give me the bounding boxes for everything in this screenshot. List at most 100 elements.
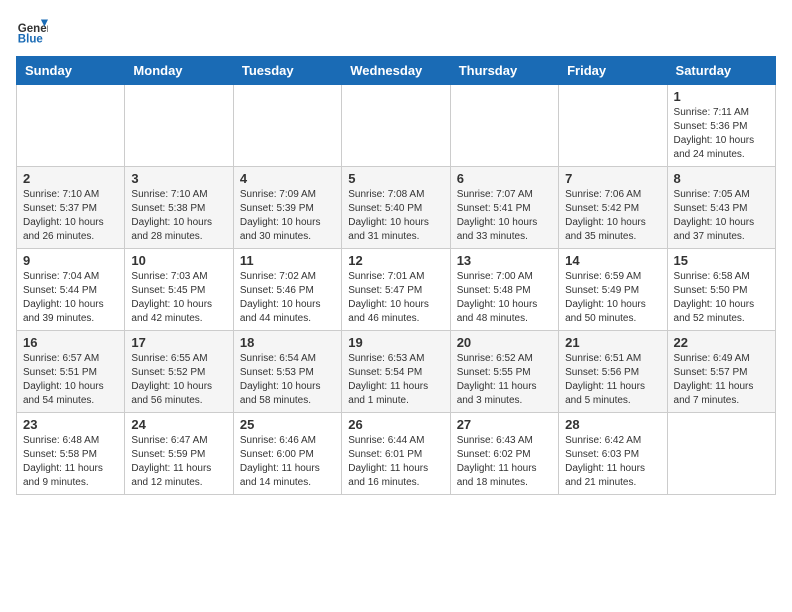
day-number: 12 xyxy=(348,253,443,268)
day-number: 22 xyxy=(674,335,769,350)
calendar-cell: 3 Sunrise: 7:10 AM Sunset: 5:38 PM Daylig… xyxy=(125,167,233,249)
day-info: Sunrise: 7:05 AM Sunset: 5:43 PM Dayligh… xyxy=(674,188,769,244)
day-number: 3 xyxy=(131,171,226,186)
day-info: Sunrise: 6:44 AM Sunset: 6:01 PM Dayligh… xyxy=(348,434,443,490)
calendar-cell: 11 Sunrise: 7:02 AM Sunset: 5:46 PM Dayli… xyxy=(233,249,341,331)
day-info: Sunrise: 7:04 AM Sunset: 5:44 PM Dayligh… xyxy=(23,270,118,326)
day-header-friday: Friday xyxy=(559,57,667,85)
day-info: Sunrise: 6:42 AM Sunset: 6:03 PM Dayligh… xyxy=(565,434,660,490)
day-number: 18 xyxy=(240,335,335,350)
day-info: Sunrise: 6:53 AM Sunset: 5:54 PM Dayligh… xyxy=(348,352,443,408)
day-info: Sunrise: 7:00 AM Sunset: 5:48 PM Dayligh… xyxy=(457,270,552,326)
calendar-cell: 22 Sunrise: 6:49 AM Sunset: 5:57 PM Dayli… xyxy=(667,331,775,413)
day-info: Sunrise: 6:51 AM Sunset: 5:56 PM Dayligh… xyxy=(565,352,660,408)
calendar-cell: 21 Sunrise: 6:51 AM Sunset: 5:56 PM Dayli… xyxy=(559,331,667,413)
day-info: Sunrise: 6:59 AM Sunset: 5:49 PM Dayligh… xyxy=(565,270,660,326)
calendar-cell: 18 Sunrise: 6:54 AM Sunset: 5:53 PM Dayli… xyxy=(233,331,341,413)
day-info: Sunrise: 7:06 AM Sunset: 5:42 PM Dayligh… xyxy=(565,188,660,244)
day-info: Sunrise: 6:54 AM Sunset: 5:53 PM Dayligh… xyxy=(240,352,335,408)
day-number: 23 xyxy=(23,417,118,432)
day-info: Sunrise: 7:11 AM Sunset: 5:36 PM Dayligh… xyxy=(674,106,769,162)
calendar-week-4: 16 Sunrise: 6:57 AM Sunset: 5:51 PM Dayli… xyxy=(17,331,776,413)
calendar-cell xyxy=(233,85,341,167)
day-number: 19 xyxy=(348,335,443,350)
calendar-cell xyxy=(450,85,558,167)
day-number: 10 xyxy=(131,253,226,268)
day-info: Sunrise: 7:10 AM Sunset: 5:37 PM Dayligh… xyxy=(23,188,118,244)
day-number: 7 xyxy=(565,171,660,186)
calendar-cell: 24 Sunrise: 6:47 AM Sunset: 5:59 PM Dayli… xyxy=(125,413,233,495)
logo: General Blue xyxy=(16,16,48,48)
calendar-table: SundayMondayTuesdayWednesdayThursdayFrid… xyxy=(16,56,776,495)
calendar-cell: 6 Sunrise: 7:07 AM Sunset: 5:41 PM Daylig… xyxy=(450,167,558,249)
day-number: 27 xyxy=(457,417,552,432)
calendar-cell: 27 Sunrise: 6:43 AM Sunset: 6:02 PM Dayli… xyxy=(450,413,558,495)
day-number: 1 xyxy=(674,89,769,104)
calendar-cell: 8 Sunrise: 7:05 AM Sunset: 5:43 PM Daylig… xyxy=(667,167,775,249)
day-number: 21 xyxy=(565,335,660,350)
calendar-cell: 5Sunrise: 7:08 AM Sunset: 5:40 PM Daylig… xyxy=(342,167,450,249)
day-number: 13 xyxy=(457,253,552,268)
day-info: Sunrise: 7:07 AM Sunset: 5:41 PM Dayligh… xyxy=(457,188,552,244)
calendar-cell: 20 Sunrise: 6:52 AM Sunset: 5:55 PM Dayli… xyxy=(450,331,558,413)
calendar-header-row: SundayMondayTuesdayWednesdayThursdayFrid… xyxy=(17,57,776,85)
calendar-cell xyxy=(125,85,233,167)
day-number: 24 xyxy=(131,417,226,432)
day-info: Sunrise: 6:49 AM Sunset: 5:57 PM Dayligh… xyxy=(674,352,769,408)
calendar-week-1: 1 Sunrise: 7:11 AM Sunset: 5:36 PM Daylig… xyxy=(17,85,776,167)
calendar-cell: 13 Sunrise: 7:00 AM Sunset: 5:48 PM Dayli… xyxy=(450,249,558,331)
logo-icon: General Blue xyxy=(16,16,48,48)
day-info: Sunrise: 7:09 AM Sunset: 5:39 PM Dayligh… xyxy=(240,188,335,244)
calendar-cell: 2 Sunrise: 7:10 AM Sunset: 5:37 PM Daylig… xyxy=(17,167,125,249)
day-number: 4 xyxy=(240,171,335,186)
calendar-cell: 10 Sunrise: 7:03 AM Sunset: 5:45 PM Dayli… xyxy=(125,249,233,331)
day-number: 17 xyxy=(131,335,226,350)
day-header-saturday: Saturday xyxy=(667,57,775,85)
calendar-cell: 25 Sunrise: 6:46 AM Sunset: 6:00 PM Dayli… xyxy=(233,413,341,495)
calendar-cell: 19 Sunrise: 6:53 AM Sunset: 5:54 PM Dayli… xyxy=(342,331,450,413)
day-number: 6 xyxy=(457,171,552,186)
calendar-cell: 23 Sunrise: 6:48 AM Sunset: 5:58 PM Dayli… xyxy=(17,413,125,495)
day-info: Sunrise: 7:01 AM Sunset: 5:47 PM Dayligh… xyxy=(348,270,443,326)
calendar-cell: 15Sunrise: 6:58 AM Sunset: 5:50 PM Dayli… xyxy=(667,249,775,331)
calendar-cell xyxy=(667,413,775,495)
day-info: Sunrise: 6:52 AM Sunset: 5:55 PM Dayligh… xyxy=(457,352,552,408)
day-info: Sunrise: 6:57 AM Sunset: 5:51 PM Dayligh… xyxy=(23,352,118,408)
day-header-thursday: Thursday xyxy=(450,57,558,85)
day-number: 14 xyxy=(565,253,660,268)
day-number: 28 xyxy=(565,417,660,432)
day-header-monday: Monday xyxy=(125,57,233,85)
day-number: 5 xyxy=(348,171,443,186)
calendar-cell: 1 Sunrise: 7:11 AM Sunset: 5:36 PM Daylig… xyxy=(667,85,775,167)
calendar-cell: 4 Sunrise: 7:09 AM Sunset: 5:39 PM Daylig… xyxy=(233,167,341,249)
calendar-cell: 26Sunrise: 6:44 AM Sunset: 6:01 PM Dayli… xyxy=(342,413,450,495)
day-number: 2 xyxy=(23,171,118,186)
calendar-cell: 9 Sunrise: 7:04 AM Sunset: 5:44 PM Daylig… xyxy=(17,249,125,331)
day-number: 20 xyxy=(457,335,552,350)
calendar-cell xyxy=(17,85,125,167)
day-info: Sunrise: 7:10 AM Sunset: 5:38 PM Dayligh… xyxy=(131,188,226,244)
day-number: 25 xyxy=(240,417,335,432)
svg-text:Blue: Blue xyxy=(18,34,44,46)
day-info: Sunrise: 6:48 AM Sunset: 5:58 PM Dayligh… xyxy=(23,434,118,490)
day-number: 8 xyxy=(674,171,769,186)
calendar-cell: 14 Sunrise: 6:59 AM Sunset: 5:49 PM Dayli… xyxy=(559,249,667,331)
calendar-week-2: 2 Sunrise: 7:10 AM Sunset: 5:37 PM Daylig… xyxy=(17,167,776,249)
page-header: General Blue xyxy=(16,16,776,48)
calendar-cell xyxy=(342,85,450,167)
day-header-wednesday: Wednesday xyxy=(342,57,450,85)
day-number: 16 xyxy=(23,335,118,350)
day-info: Sunrise: 6:55 AM Sunset: 5:52 PM Dayligh… xyxy=(131,352,226,408)
calendar-cell: 16 Sunrise: 6:57 AM Sunset: 5:51 PM Dayli… xyxy=(17,331,125,413)
calendar-cell: 12 Sunrise: 7:01 AM Sunset: 5:47 PM Dayli… xyxy=(342,249,450,331)
calendar-week-5: 23 Sunrise: 6:48 AM Sunset: 5:58 PM Dayli… xyxy=(17,413,776,495)
calendar-week-3: 9 Sunrise: 7:04 AM Sunset: 5:44 PM Daylig… xyxy=(17,249,776,331)
day-info: Sunrise: 7:03 AM Sunset: 5:45 PM Dayligh… xyxy=(131,270,226,326)
day-header-tuesday: Tuesday xyxy=(233,57,341,85)
day-info: Sunrise: 7:02 AM Sunset: 5:46 PM Dayligh… xyxy=(240,270,335,326)
day-info: Sunrise: 6:46 AM Sunset: 6:00 PM Dayligh… xyxy=(240,434,335,490)
day-info: Sunrise: 6:47 AM Sunset: 5:59 PM Dayligh… xyxy=(131,434,226,490)
day-number: 11 xyxy=(240,253,335,268)
day-number: 9 xyxy=(23,253,118,268)
day-info: Sunrise: 6:43 AM Sunset: 6:02 PM Dayligh… xyxy=(457,434,552,490)
